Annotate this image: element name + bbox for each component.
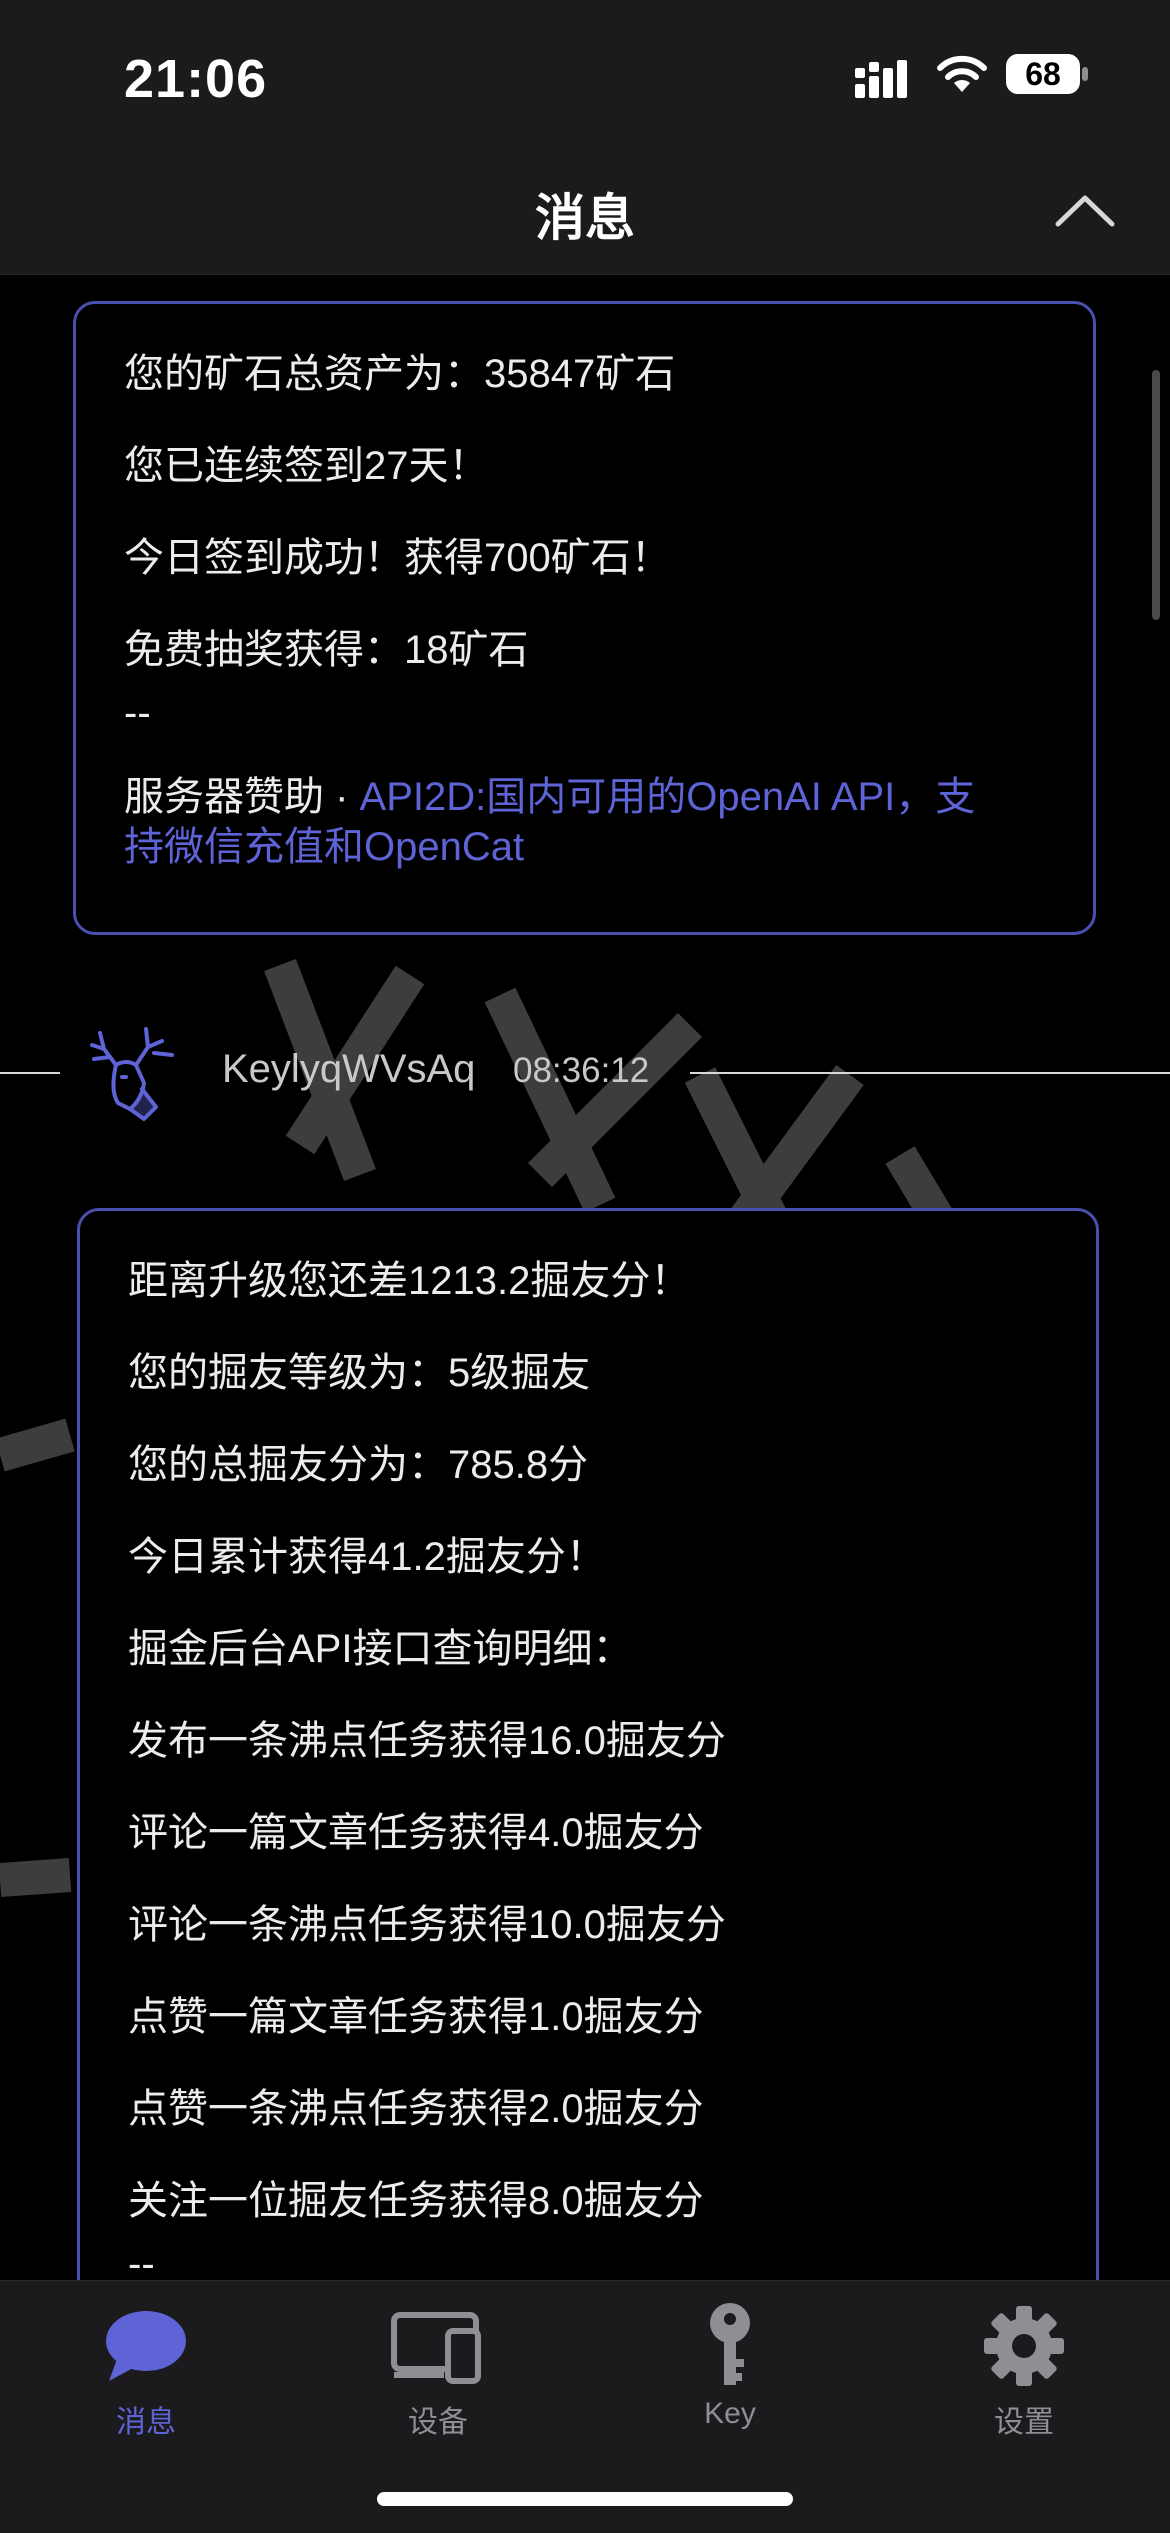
nav-bar: 消息	[0, 150, 1170, 275]
chevron-up-icon[interactable]	[1050, 176, 1120, 246]
message-line: 免费抽奖获得：18矿石	[124, 628, 529, 672]
divider	[690, 1072, 1170, 1074]
divider	[0, 1072, 60, 1074]
message-line: 点赞一篇文章任务获得1.0掘友分	[128, 1995, 704, 2039]
tab-label: 设置	[994, 2406, 1054, 2439]
key-icon	[710, 2303, 750, 2385]
message-timestamp: 08:36:12	[513, 1051, 650, 1090]
wifi-icon	[937, 55, 987, 92]
message-separator: --	[124, 691, 151, 735]
message-line: 发布一条沸点任务获得16.0掘友分	[128, 1719, 726, 1763]
message-line: 关注一位掘友任务获得8.0掘友分	[128, 2179, 704, 2223]
battery-level: 68	[1025, 56, 1061, 92]
message-line: 掘金后台API接口查询明细：	[128, 1627, 633, 1671]
sponsor-footer: 服务器赞助 · API2D:国内可用的OpenAI API，支 持微信充值和Op…	[124, 772, 1045, 872]
sponsor-label: 服务器赞助 ·	[124, 775, 360, 819]
tab-devices[interactable]: 设备	[338, 2301, 538, 2451]
message-card: 您的矿石总资产为：35847矿石 您已连续签到27天！ 今日签到成功！获得700…	[73, 301, 1096, 935]
message-separator: --	[128, 2242, 155, 2280]
devices-icon	[391, 2312, 481, 2384]
deer-avatar-icon	[90, 1027, 174, 1121]
sponsor-link-cont[interactable]: 持微信充值和OpenCat	[124, 825, 524, 869]
message-line: 您的总掘友分为：785.8分	[128, 1443, 589, 1487]
chat-bubble-icon	[106, 2311, 186, 2381]
tab-label: Key	[704, 2397, 756, 2430]
message-line: 今日签到成功！获得700矿石！	[124, 536, 671, 580]
message-line: 您的掘友等级为：5级掘友	[128, 1351, 591, 1395]
tab-settings[interactable]: 设置	[924, 2301, 1124, 2451]
message-line: 点赞一条沸点任务获得2.0掘友分	[128, 2087, 704, 2131]
page-title: 消息	[535, 190, 635, 246]
gear-icon	[984, 2306, 1064, 2386]
message-list[interactable]: 您的矿石总资产为：35847矿石 您已连续签到27天！ 今日签到成功！获得700…	[0, 275, 1170, 2280]
tab-label: 设备	[408, 2406, 468, 2439]
scrollbar[interactable]	[1152, 370, 1160, 620]
message-line: 评论一条沸点任务获得10.0掘友分	[128, 1903, 726, 1947]
message-line: 今日累计获得41.2掘友分！	[128, 1535, 606, 1579]
tab-label: 消息	[116, 2406, 176, 2439]
message-line: 您的矿石总资产为：35847矿石	[124, 352, 676, 396]
home-indicator[interactable]	[377, 2492, 793, 2506]
sponsor-link[interactable]: API2D:国内可用的OpenAI API，支	[360, 775, 976, 819]
status-bar: 21:06 68	[0, 0, 1170, 150]
tab-key[interactable]: Key	[630, 2301, 830, 2451]
tab-messages[interactable]: 消息	[46, 2301, 246, 2451]
message-line: 您已连续签到27天！	[124, 444, 489, 488]
sender-name: KeylyqWVsAq	[222, 1047, 476, 1091]
message-line: 评论一篇文章任务获得4.0掘友分	[128, 1811, 704, 1855]
message-card: 距离升级您还差1213.2掘友分！ 您的掘友等级为：5级掘友 您的总掘友分为：7…	[77, 1208, 1099, 2280]
status-time: 21:06	[124, 49, 268, 109]
message-line: 距离升级您还差1213.2掘友分！	[128, 1259, 691, 1303]
sender-row: KeylyqWVsAq 08:36:12	[0, 1027, 1170, 1121]
battery-indicator: 68	[1006, 54, 1090, 96]
cellular-signal-icon	[855, 60, 907, 98]
